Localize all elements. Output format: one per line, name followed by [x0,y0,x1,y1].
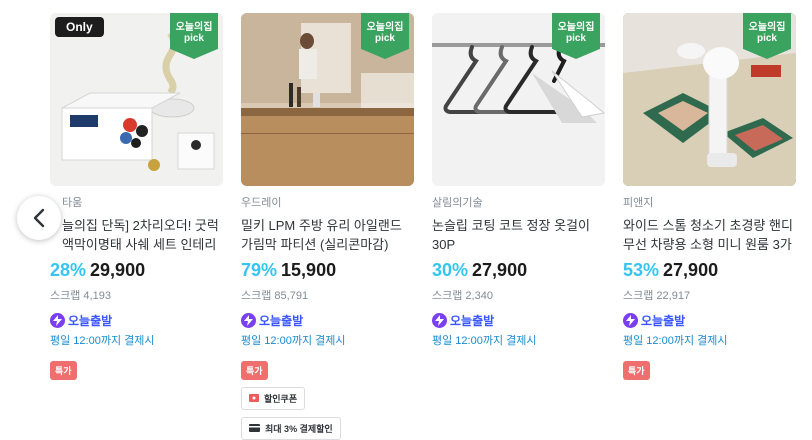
delivery-deadline: 평일 12:00까지 결제시 [50,335,155,347]
product-title[interactable]: 논슬립 코팅 코트 정장 옷걸이 30P [432,216,605,254]
discount-rate: 28% [50,260,87,280]
delivery-badge: 오늘출발 [432,312,605,329]
delivery-deadline: 평일 12:00까지 결제시 [241,335,346,347]
carousel-prev-button[interactable] [17,196,61,240]
coupon-badge: 할인쿠폰 [241,387,306,410]
scrap-count: 스크랩 4,193 [50,290,111,302]
price-row: 79% 15,900 [241,260,414,284]
price-row: 28% 29,900 [50,260,223,284]
card-discount-badge: 최대 3% 결제할인 [241,417,341,440]
delivery-badge: 오늘출발 [50,312,223,329]
lightning-icon [623,313,638,328]
product-card[interactable]: 오늘의집 pick 피앤지 와이드 스톰 청소기 초경량 핸디 무선 차량용 소형… [623,13,796,380]
product-image[interactable]: 오늘의집 pick [241,13,414,186]
product-title[interactable]: 늘의집 단독] 2차리오더! 굿럭 액막이명태 사쉐 세트 인테리어 집... [50,216,223,254]
scrap-count: 스크랩 22,917 [623,290,691,302]
lightning-icon [241,313,256,328]
product-title[interactable]: 와이드 스톰 청소기 초경량 핸디 무선 차량용 소형 미니 원룸 3가지... [623,216,796,254]
only-badge: Only [55,17,104,37]
chevron-left-icon [33,208,45,228]
scrap-count: 스크랩 85,791 [241,290,309,302]
special-price-badge: 특가 [623,361,650,380]
discount-rate: 53% [623,260,660,280]
coupon-icon [249,393,259,404]
lightning-icon [50,313,65,328]
price-row: 30% 27,900 [432,260,605,284]
special-price-badge: 특가 [50,361,77,380]
delivery-badge: 오늘출발 [623,312,796,329]
price: 29,900 [90,260,146,280]
brand-name: 우드레이 [241,197,282,209]
price-row: 53% 27,900 [623,260,796,284]
brand-name: 타움 [62,197,83,209]
product-image[interactable]: 오늘의집 pick [432,13,605,186]
lightning-icon [432,313,447,328]
special-price-badge: 특가 [241,361,268,380]
product-card[interactable]: Only 오늘의집 pick 타움 늘의집 단독] 2차리오더! 굿럭 액막이명태… [50,13,223,380]
product-image[interactable]: Only 오늘의집 pick [50,13,223,186]
product-card[interactable]: 오늘의집 pick 우드레이 밀키 LPM 주방 유리 아일랜드 가림막 파티션 … [241,13,414,440]
price: 27,900 [472,260,528,280]
delivery-badge: 오늘출발 [241,312,414,329]
delivery-deadline: 평일 12:00까지 결제시 [623,335,728,347]
credit-card-icon [249,423,260,434]
product-title[interactable]: 밀키 LPM 주방 유리 아일랜드 가림막 파티션 (실리콘마감) [241,216,414,254]
price: 15,900 [281,260,337,280]
brand-name: 살림의기술 [432,197,483,209]
price: 27,900 [663,260,719,280]
scrap-count: 스크랩 2,340 [432,290,493,302]
product-image[interactable]: 오늘의집 pick [623,13,796,186]
brand-name: 피앤지 [623,197,654,209]
discount-rate: 30% [432,260,469,280]
delivery-deadline: 평일 12:00까지 결제시 [432,335,537,347]
discount-rate: 79% [241,260,278,280]
product-card[interactable]: 오늘의집 pick 살림의기술 논슬립 코팅 코트 정장 옷걸이 30P 30% 2… [432,13,605,348]
